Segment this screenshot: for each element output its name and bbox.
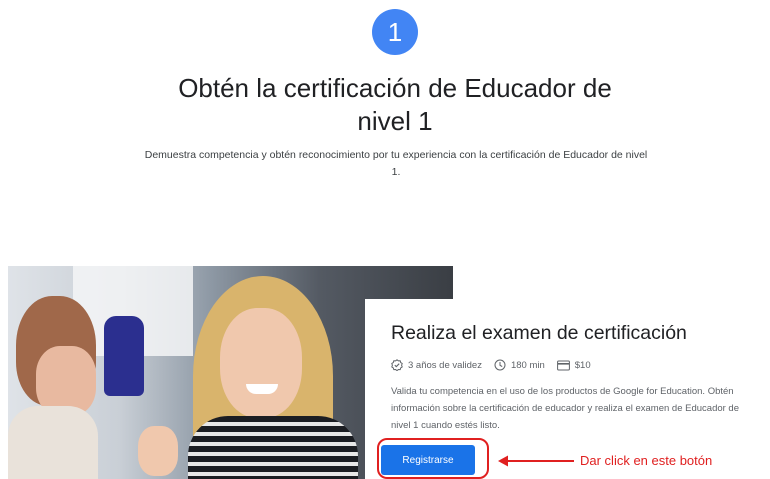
page-title: Obtén la certificación de Educador de ni… <box>178 73 612 136</box>
clock-icon <box>494 359 506 371</box>
duration-info: 180 min <box>494 359 545 371</box>
price-info: $10 <box>556 359 591 371</box>
credit-card-icon <box>556 360 570 370</box>
price-text: $10 <box>574 359 591 371</box>
validity-info: 3 años de validez <box>391 359 482 371</box>
page-description: Demuestra competencia y obtén reconocimi… <box>144 149 648 178</box>
duration-text: 180 min <box>510 359 545 371</box>
card-title: Realiza el examen de certificación <box>391 322 687 344</box>
arrow-left-icon <box>498 455 574 467</box>
card-description: Valida tu competencia en el uso de los p… <box>391 386 740 431</box>
step-number-badge: 1 <box>372 9 418 55</box>
exam-meta: 3 años de validez 180 min $10 <box>391 359 603 371</box>
validity-text: 3 años de validez <box>408 359 482 371</box>
annotation-text: Dar click en este botón <box>580 453 713 468</box>
highlight-box <box>377 438 489 479</box>
verified-badge-icon <box>391 359 403 371</box>
